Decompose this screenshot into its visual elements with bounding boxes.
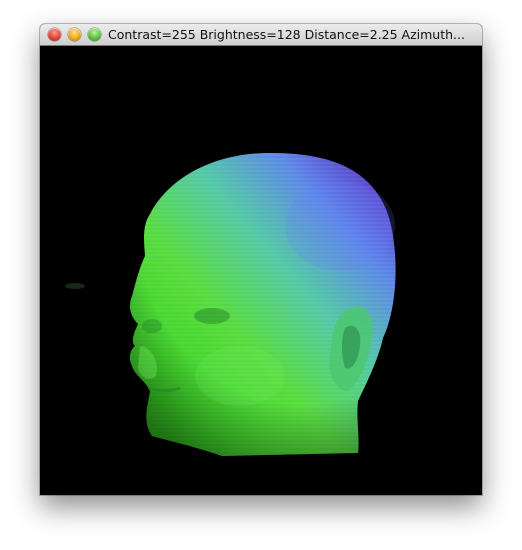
title-bar[interactable]: Contrast=255 Brightness=128 Distance=2.2…: [40, 24, 482, 46]
zoom-icon[interactable]: [88, 28, 101, 41]
window-title: Contrast=255 Brightness=128 Distance=2.2…: [108, 27, 465, 42]
app-window: Contrast=255 Brightness=128 Distance=2.2…: [40, 24, 482, 495]
close-icon[interactable]: [48, 28, 61, 41]
render-viewport[interactable]: [40, 46, 482, 495]
volume-render: [65, 152, 396, 456]
head-render: [129, 152, 396, 456]
render-artifact: [65, 283, 85, 289]
minimize-icon[interactable]: [68, 28, 81, 41]
